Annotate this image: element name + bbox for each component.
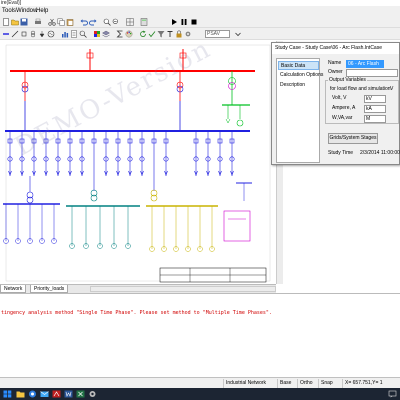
palette-icon[interactable] bbox=[125, 30, 133, 38]
status-coordinates: X= 657.751,Y= 1 bbox=[342, 379, 400, 388]
transformer-tool-icon[interactable] bbox=[29, 30, 37, 38]
power-unit-select[interactable]: M bbox=[364, 115, 386, 123]
zoom-out-icon[interactable] bbox=[112, 18, 120, 26]
status-snap[interactable]: Snap bbox=[318, 379, 342, 388]
nav-description[interactable]: Description bbox=[278, 81, 319, 90]
study-case-dialog: Study Case - Study Case\06 - Arc Flash.I… bbox=[271, 42, 400, 165]
print-icon[interactable] bbox=[34, 18, 42, 26]
taskbar bbox=[0, 388, 400, 400]
study-time-value: 2/3/2014 11:00:00 bbox=[360, 150, 400, 156]
dialog-title: Study Case - Study Case\06 - Arc Flash.I… bbox=[272, 43, 399, 54]
error-message: tingency analysis method "Single Time Ph… bbox=[1, 310, 272, 316]
file-explorer-icon[interactable] bbox=[16, 390, 25, 398]
filter-icon[interactable] bbox=[157, 30, 165, 38]
mail-icon[interactable] bbox=[40, 390, 49, 398]
menu-help[interactable]: Help bbox=[36, 6, 48, 16]
bus-tool-icon[interactable] bbox=[2, 30, 10, 38]
status-bar: Industrial Network Base Ortho Snap X= 65… bbox=[0, 377, 400, 388]
chart-icon[interactable] bbox=[61, 30, 69, 38]
browser-icon[interactable] bbox=[28, 390, 37, 398]
breaker-tool-icon[interactable] bbox=[20, 30, 28, 38]
open-icon[interactable] bbox=[11, 18, 19, 26]
owner-label: Owner bbox=[328, 69, 343, 75]
name-field[interactable]: 06 - Arc Flash bbox=[346, 60, 384, 68]
generator-tool-icon[interactable] bbox=[47, 30, 55, 38]
chevron-down-icon[interactable] bbox=[234, 30, 242, 38]
grid-icon[interactable] bbox=[126, 18, 134, 26]
volt-label: Volt, V bbox=[332, 95, 347, 101]
status-ortho[interactable]: Ortho bbox=[297, 379, 318, 388]
zoom-in-icon[interactable] bbox=[103, 18, 111, 26]
cut-icon[interactable] bbox=[48, 18, 56, 26]
ampere-unit-select[interactable]: kA bbox=[364, 105, 386, 113]
notification-icon[interactable] bbox=[388, 390, 397, 398]
new-icon[interactable] bbox=[2, 18, 10, 26]
main-toolbar bbox=[0, 16, 400, 28]
layer-icon[interactable] bbox=[102, 30, 110, 38]
search-icon[interactable] bbox=[79, 30, 87, 38]
nav-calculation-options[interactable]: Calculation Options bbox=[278, 71, 323, 80]
pause-icon[interactable] bbox=[180, 18, 188, 26]
tab-priority-loads[interactable]: Priority_loads bbox=[30, 285, 69, 293]
single-line-diagram[interactable]: DEMO-Version bbox=[0, 41, 276, 284]
line-tool-icon[interactable] bbox=[11, 30, 19, 38]
load-flow-label: for load flow and simulation bbox=[330, 86, 391, 92]
refresh-icon[interactable] bbox=[139, 30, 147, 38]
report-icon[interactable] bbox=[70, 30, 78, 38]
nav-basic-data[interactable]: Basic Data bbox=[278, 61, 319, 70]
text-icon[interactable] bbox=[166, 30, 174, 38]
grids-system-stages-button[interactable]: Grids/System Stages bbox=[328, 133, 378, 144]
ampere-label: Ampere, A bbox=[332, 105, 356, 111]
volt-unit-select[interactable]: kV bbox=[364, 95, 386, 103]
paste-icon[interactable] bbox=[66, 18, 74, 26]
settings-icon[interactable] bbox=[88, 390, 97, 398]
view-combo[interactable]: PSAV bbox=[205, 30, 230, 38]
sum-icon[interactable] bbox=[116, 30, 124, 38]
colour-icon[interactable] bbox=[93, 30, 101, 38]
output-variables-label: Output Variables bbox=[328, 77, 367, 84]
menu-window[interactable]: Window bbox=[16, 6, 37, 16]
application-window: ire(Eval)] Tools Window Help PSAV DEMO-V… bbox=[0, 0, 400, 400]
dialog-navigation: Basic Data Calculation Options Descripti… bbox=[276, 58, 323, 163]
stop-icon[interactable] bbox=[190, 18, 198, 26]
status-network: Industrial Network bbox=[223, 379, 277, 388]
redo-icon[interactable] bbox=[89, 18, 97, 26]
name-label: Name bbox=[328, 60, 342, 66]
windows-start-icon[interactable] bbox=[3, 390, 12, 398]
canvas-horizontal-scrollbar[interactable] bbox=[90, 286, 276, 292]
menu-tools[interactable]: Tools bbox=[2, 6, 16, 16]
lock-icon[interactable] bbox=[175, 30, 183, 38]
right-column-label: V bbox=[390, 86, 394, 92]
study-time-label: Study Time bbox=[328, 150, 354, 156]
run-icon[interactable] bbox=[170, 18, 178, 26]
copy-icon[interactable] bbox=[57, 18, 65, 26]
power-label: W,VA,var bbox=[332, 115, 353, 121]
secondary-toolbar: PSAV bbox=[0, 28, 400, 40]
calculate-icon[interactable] bbox=[140, 18, 148, 26]
powerfactory-icon[interactable] bbox=[52, 390, 61, 398]
word-icon[interactable] bbox=[64, 390, 73, 398]
save-icon[interactable] bbox=[20, 18, 28, 26]
load-tool-icon[interactable] bbox=[38, 30, 46, 38]
output-window: tingency analysis method "Single Time Ph… bbox=[0, 293, 400, 377]
menu-bar: Tools Window Help bbox=[0, 6, 400, 16]
undo-icon[interactable] bbox=[80, 18, 88, 26]
owner-field[interactable] bbox=[346, 69, 398, 77]
tab-network[interactable]: Network bbox=[0, 285, 27, 293]
status-base[interactable]: Base bbox=[277, 379, 297, 388]
excel-icon[interactable] bbox=[76, 390, 85, 398]
settings-icon[interactable] bbox=[184, 30, 192, 38]
check-icon[interactable] bbox=[148, 30, 156, 38]
